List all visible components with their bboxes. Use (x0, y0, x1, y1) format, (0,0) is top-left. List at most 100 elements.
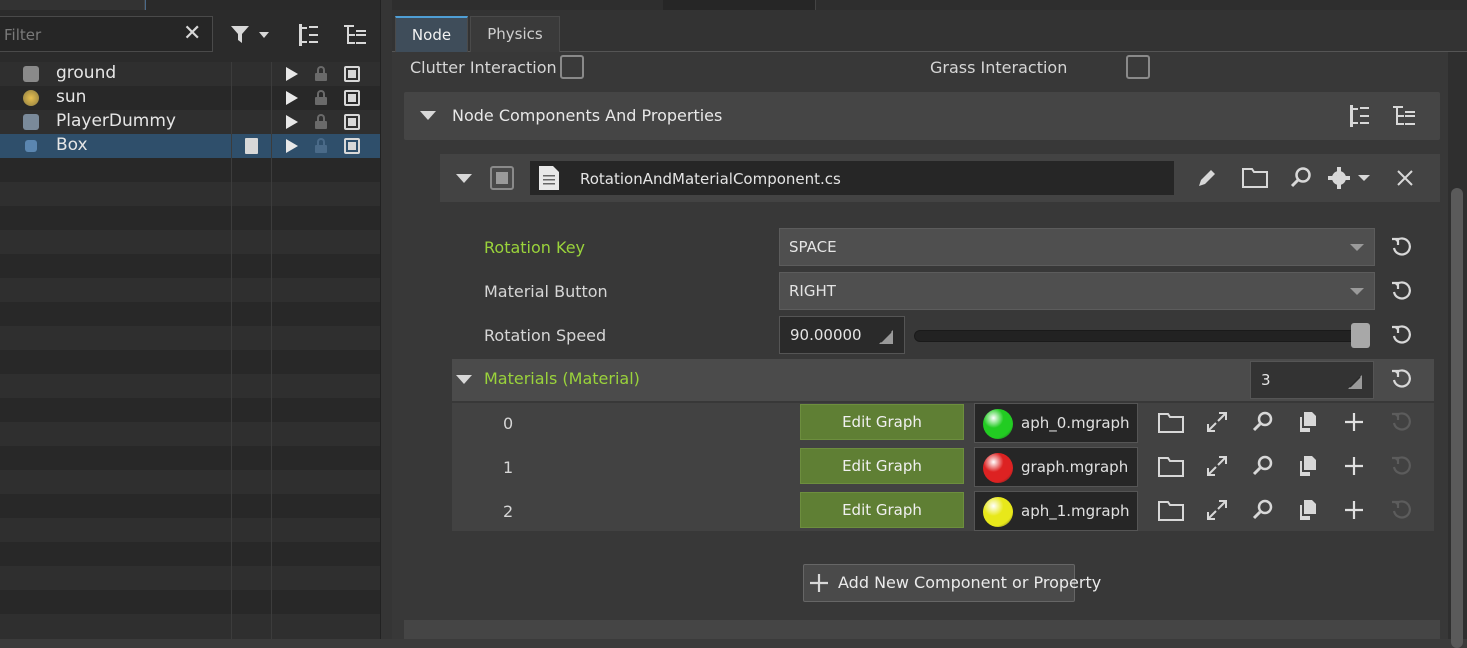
lock-icon[interactable] (315, 90, 327, 105)
slider-thumb[interactable] (1351, 323, 1370, 348)
tree-item-label: PlayerDummy (56, 111, 176, 131)
grass-interaction-label: Grass Interaction (930, 58, 1068, 77)
top-tab-1[interactable] (0, 0, 145, 10)
visibility-icon[interactable] (344, 90, 360, 106)
tab-bar: Node Physics (392, 10, 1467, 53)
plus-icon[interactable] (1343, 455, 1365, 477)
lock-icon[interactable] (315, 66, 327, 81)
rotation-key-dropdown[interactable]: SPACE (779, 228, 1375, 266)
fullscreen-icon[interactable] (1206, 411, 1228, 433)
folder-icon[interactable] (1158, 455, 1184, 477)
hierarchy-collapse-icon[interactable] (297, 23, 319, 47)
rotation-speed-input[interactable]: 90.00000 (779, 316, 905, 354)
component-collapse-icon[interactable] (456, 174, 472, 183)
copy-icon[interactable] (1297, 411, 1319, 433)
script-file-icon (539, 166, 559, 190)
plus-icon[interactable] (1343, 499, 1365, 521)
rotation-key-label: Rotation Key (484, 238, 586, 257)
top-tab-3[interactable] (663, 0, 816, 10)
reset-icon[interactable] (1390, 280, 1412, 302)
next-section-header[interactable] (404, 620, 1440, 639)
visibility-icon[interactable] (344, 138, 360, 154)
component-enable-checkbox[interactable] (490, 166, 514, 190)
funnel-icon[interactable] (230, 24, 272, 46)
lock-icon[interactable] (315, 138, 327, 153)
panel-splitter[interactable] (380, 0, 392, 639)
expand-all-icon[interactable] (1392, 104, 1416, 128)
top-tab-2[interactable] (145, 0, 385, 10)
component-file-field[interactable]: RotationAndMaterialComponent.cs (530, 161, 1174, 195)
filter-input[interactable] (4, 23, 174, 47)
clutter-interaction-checkbox[interactable] (560, 55, 584, 79)
edit-graph-button[interactable]: Edit Graph (800, 492, 964, 528)
scrollbar[interactable] (1448, 52, 1467, 648)
edit-graph-button[interactable]: Edit Graph (800, 448, 964, 484)
play-icon[interactable] (286, 115, 298, 129)
reset-icon[interactable] (1390, 368, 1412, 390)
tab-physics[interactable]: Physics (470, 16, 560, 53)
add-component-button[interactable]: Add New Component or Property (803, 564, 1101, 602)
materials-count-input[interactable]: 3 (1250, 361, 1374, 399)
material-field[interactable]: graph.mgraph (974, 447, 1138, 487)
reset-icon[interactable] (1390, 236, 1412, 258)
reset-icon (1392, 412, 1411, 431)
settings-gear-icon[interactable] (1328, 166, 1374, 190)
collapse-arrow-icon[interactable] (420, 111, 436, 120)
close-icon[interactable] (1395, 168, 1415, 188)
material-file-name: aph_1.mgraph (1021, 502, 1130, 520)
clear-filter-icon[interactable]: ✕ (183, 23, 201, 45)
empty-row (0, 494, 380, 518)
drag-resize-icon[interactable] (878, 329, 894, 345)
collapse-all-icon[interactable] (1348, 104, 1370, 128)
tab-node[interactable]: Node (395, 16, 468, 53)
mesh-icon (23, 66, 39, 82)
copy-icon[interactable] (1297, 455, 1319, 477)
materials-collapse-icon[interactable] (456, 375, 472, 384)
scrollbar-thumb[interactable] (1451, 188, 1463, 648)
hierarchy-expand-icon[interactable] (343, 23, 367, 47)
search-icon[interactable] (1289, 166, 1313, 190)
play-icon[interactable] (286, 139, 298, 153)
fullscreen-icon[interactable] (1206, 499, 1228, 521)
fullscreen-icon[interactable] (1206, 455, 1228, 477)
tree-item-box[interactable]: Box (0, 134, 380, 158)
material-field[interactable]: aph_1.mgraph (974, 491, 1138, 531)
visibility-icon[interactable] (344, 66, 360, 82)
material-preview-sphere (983, 497, 1013, 527)
play-icon[interactable] (286, 67, 298, 81)
rotation-speed-slider[interactable] (914, 330, 1370, 342)
material-field[interactable]: aph_0.mgraph (974, 403, 1138, 443)
plus-icon[interactable] (1343, 411, 1365, 433)
tree-item-playerdummy[interactable]: PlayerDummy (0, 110, 380, 134)
folder-icon[interactable] (1158, 499, 1184, 521)
empty-row (0, 206, 380, 230)
tree-item-ground[interactable]: ground (0, 62, 380, 86)
folder-icon[interactable] (1158, 411, 1184, 433)
search-icon[interactable] (1252, 455, 1274, 477)
grass-interaction-checkbox[interactable] (1126, 55, 1150, 79)
component-doc-icon (245, 138, 258, 154)
edit-pencil-icon[interactable] (1196, 167, 1218, 189)
visibility-icon[interactable] (344, 114, 360, 130)
folder-icon[interactable] (1242, 166, 1268, 188)
material-file-name: graph.mgraph (1021, 458, 1129, 476)
rotation-speed-value: 90.00000 (790, 326, 862, 344)
node-components-header[interactable]: Node Components And Properties (404, 92, 1440, 140)
search-icon[interactable] (1252, 499, 1274, 521)
lock-icon[interactable] (315, 114, 327, 129)
column-divider (271, 62, 272, 639)
material-button-dropdown[interactable]: RIGHT (779, 272, 1375, 310)
copy-icon[interactable] (1297, 499, 1319, 521)
empty-row (0, 302, 380, 326)
tree-item-sun[interactable]: sun (0, 86, 380, 110)
edit-graph-button[interactable]: Edit Graph (800, 404, 964, 440)
search-icon[interactable] (1252, 411, 1274, 433)
chevron-down-icon (1350, 288, 1364, 295)
materials-header[interactable]: Materials (Material) 3 (452, 359, 1434, 401)
drag-resize-icon[interactable] (1347, 374, 1363, 390)
section-title: Node Components And Properties (452, 106, 723, 125)
component-file-name: RotationAndMaterialComponent.cs (580, 170, 841, 188)
play-icon[interactable] (286, 91, 298, 105)
empty-row (0, 542, 380, 566)
reset-icon[interactable] (1390, 324, 1412, 346)
